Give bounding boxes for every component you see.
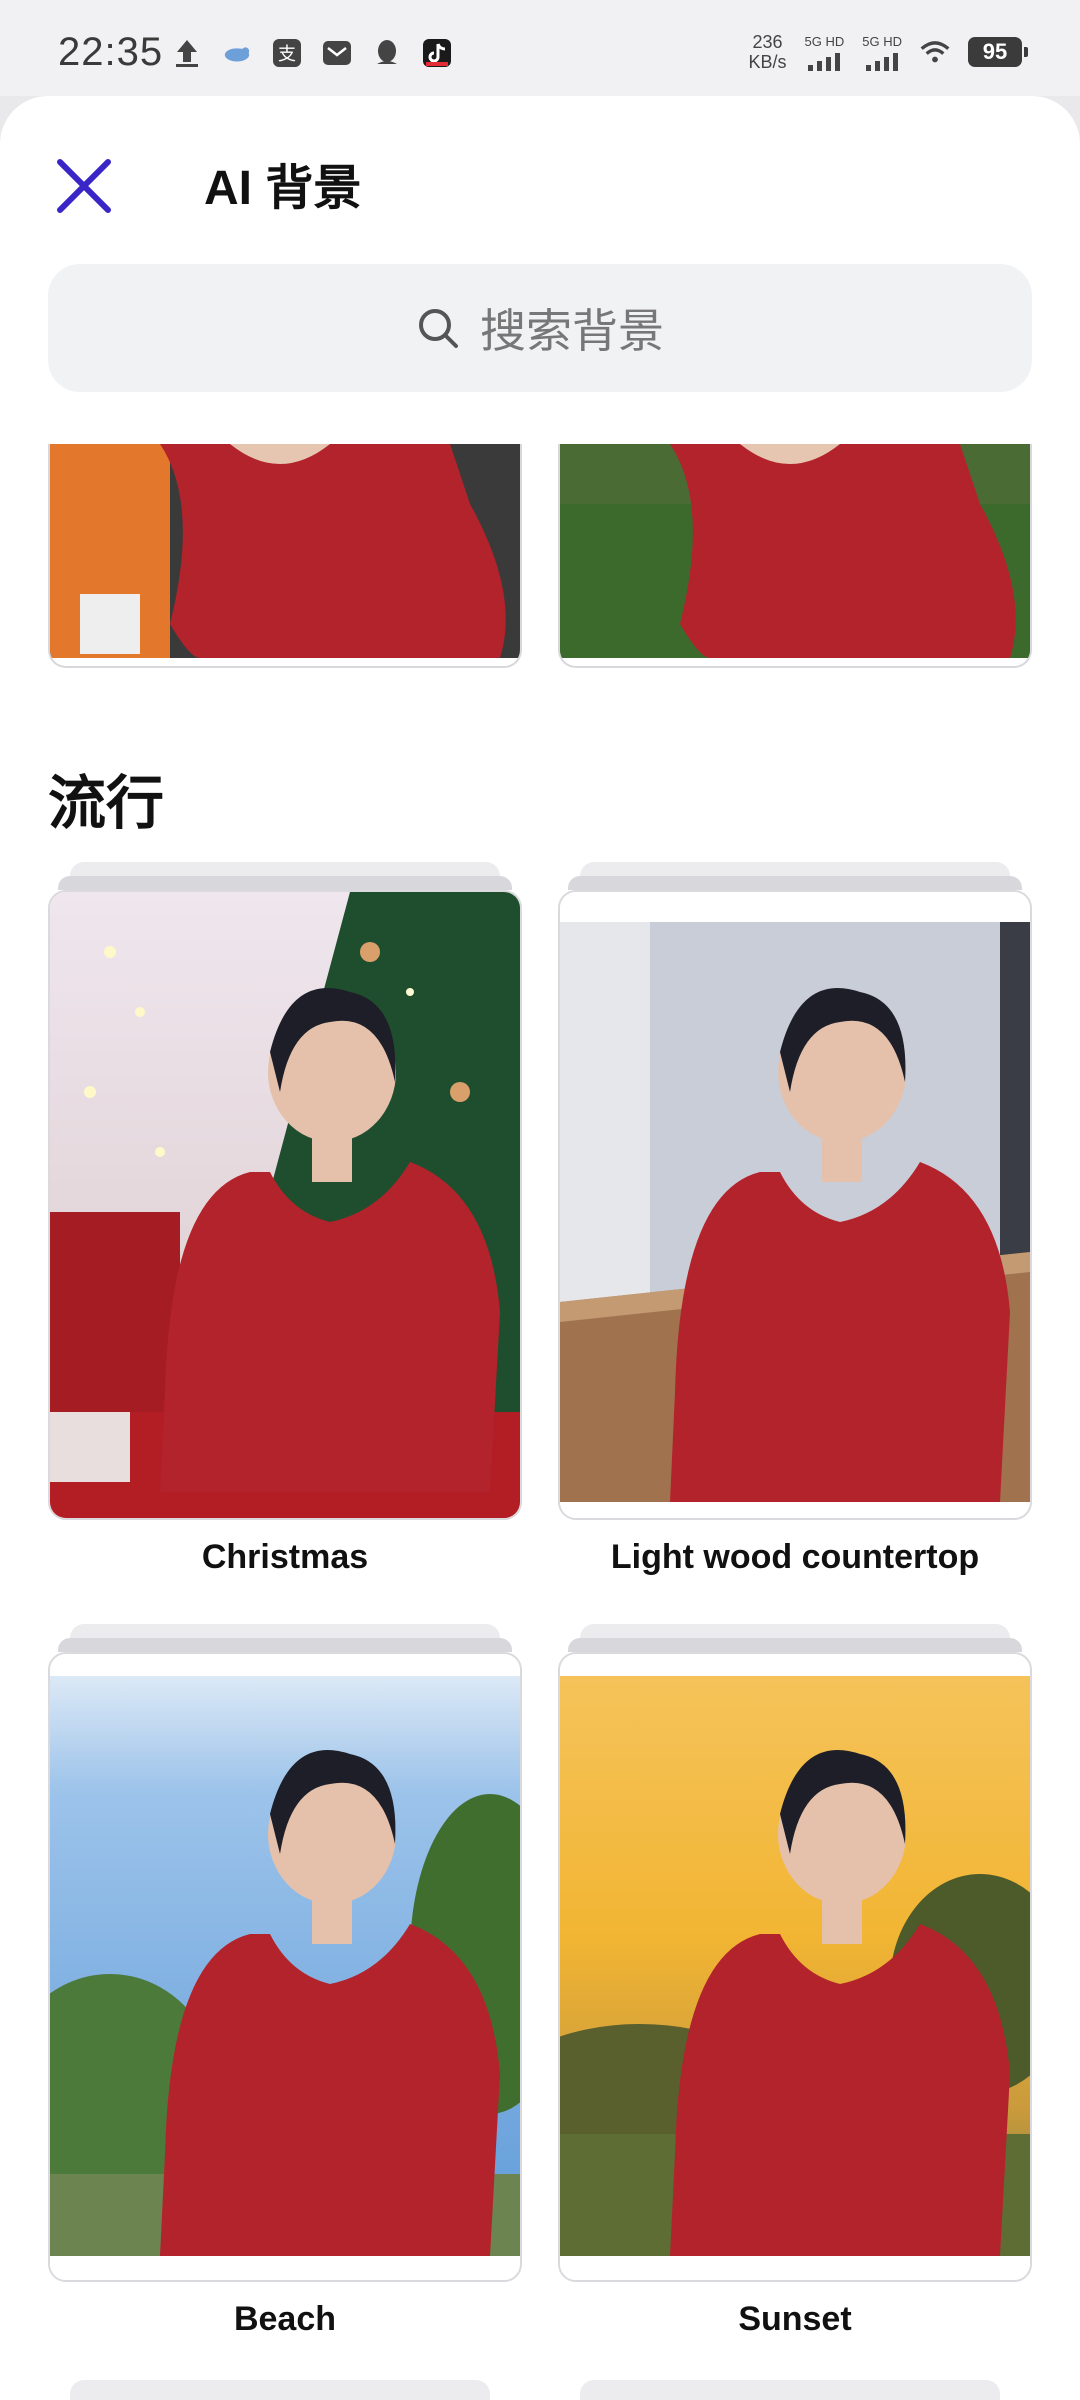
signal-bars-icon [808, 49, 841, 71]
status-time: 22:35 [58, 30, 164, 74]
background-thumbnail [560, 444, 1030, 658]
card-frame [558, 1652, 1032, 2282]
speed-value: 236 [752, 32, 783, 52]
background-card-partial[interactable] [558, 444, 1032, 668]
christmas-thumbnail [50, 892, 520, 1518]
search-input[interactable]: 搜索背景 [48, 264, 1032, 392]
search-placeholder: 搜索背景 [480, 305, 664, 357]
card-label: Beach [233, 2300, 337, 2338]
sim2-signal: 5G HD [862, 34, 902, 71]
card-frame [48, 1652, 522, 2282]
page-title: AI 背景 [204, 162, 362, 215]
section-title: 流行 [48, 771, 165, 836]
background-card-partial[interactable] [48, 444, 522, 668]
card-stack-shadow [568, 1638, 1022, 1652]
background-thumbnail [50, 444, 520, 658]
wifi-icon [920, 37, 950, 67]
card-frame [48, 890, 522, 1520]
sim2-label: 5G HD [862, 33, 902, 49]
tiktok-icon [422, 38, 452, 68]
card-stack-shadow [58, 1638, 512, 1652]
card-stack-shadow [568, 876, 1022, 890]
speed-unit: KB/s [748, 52, 787, 72]
alipay-icon: 支 [272, 38, 302, 68]
card-label: Christmas [201, 1538, 369, 1576]
sim1-signal: 5G HD [804, 33, 845, 71]
background-picker-sheet: AI 背景 搜索背景 流行 Christmas Light wood count… [0, 96, 1080, 2400]
card-label: Light wood countertop [610, 1538, 980, 1576]
card-label: Sunset [738, 2300, 852, 2338]
beach-thumbnail [50, 1654, 520, 2280]
status-bar: 22:35 支 236 KB/s 5G HD 5G HD 95 [0, 0, 1080, 96]
search-icon [419, 309, 458, 348]
sim1-label: 5G HD [804, 33, 845, 49]
notification-icons: 支 [172, 38, 452, 68]
mail-icon [322, 38, 352, 68]
upload-icon [172, 38, 202, 68]
signal-bars-icon [866, 49, 899, 71]
card-stack-peek [580, 2380, 1000, 2400]
battery-indicator: 95 [968, 37, 1028, 67]
qq-icon [372, 38, 402, 68]
card-frame [558, 890, 1032, 1520]
close-button[interactable] [52, 154, 116, 218]
light-wood-thumbnail [560, 892, 1030, 1518]
close-icon [57, 159, 111, 213]
card-stack-shadow [58, 876, 512, 890]
svg-text:支: 支 [278, 44, 296, 65]
system-indicators: 236 KB/s 5G HD 5G HD 95 [749, 32, 1028, 72]
sunset-thumbnail [560, 1654, 1030, 2280]
network-speed: 236 KB/s [749, 32, 787, 72]
card-stack-peek [70, 2380, 490, 2400]
bird-icon [222, 38, 252, 68]
